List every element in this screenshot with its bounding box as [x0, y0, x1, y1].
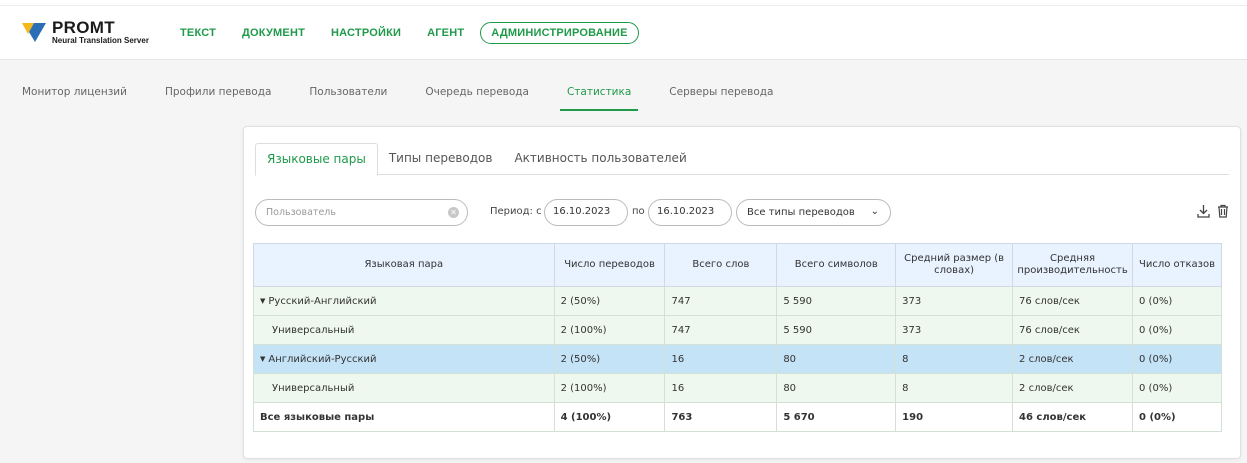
table-cell: 80: [776, 373, 897, 403]
table-cell: 0 (0%): [1132, 344, 1222, 374]
table-cell: 190: [895, 402, 1014, 432]
row-label: Русский-Английский: [268, 295, 377, 307]
table-cell: 2 (100%): [553, 315, 666, 345]
to-label: по: [632, 206, 645, 217]
table-cell: 763: [664, 402, 778, 432]
table-cell: 2 слов/сек: [1012, 344, 1134, 374]
table-cell: 76 слов/сек: [1012, 286, 1134, 316]
row-language-pair: ▼ Английский-Русский: [253, 344, 555, 374]
table-cell: 76 слов/сек: [1012, 315, 1134, 345]
logo-subtitle: Neural Translation Server: [52, 36, 149, 45]
promt-logo[interactable]: PROMT Neural Translation Server: [22, 19, 149, 45]
tab-language-pairs[interactable]: Языковые пары: [255, 143, 378, 176]
table-cell: 4 (100%): [553, 402, 666, 432]
row-label: Английский-Русский: [268, 353, 377, 365]
date-to-field[interactable]: 16.10.2023: [648, 199, 732, 226]
nav-document[interactable]: ДОКУМЕНТ: [242, 27, 305, 39]
table-row[interactable]: Универсальный 2 (100%) 16 80 8 2 слов/се…: [253, 373, 1222, 403]
statistics-table: Языковая пара Число переводов Всего слов…: [253, 243, 1222, 432]
total-label: Все языковые пары: [253, 402, 555, 432]
translation-type-select[interactable]: Все типы переводов ⌄: [736, 199, 891, 226]
table-cell: 373: [895, 286, 1014, 316]
promt-logo-icon: [22, 23, 46, 42]
subnav-translation-queue[interactable]: Очередь перевода: [425, 86, 529, 98]
table-cell: 0 (0%): [1132, 315, 1222, 345]
table-cell: 747: [664, 315, 778, 345]
main-nav: ТЕКСТ ДОКУМЕНТ НАСТРОЙКИ АГЕНТ АДМИНИСТР…: [180, 22, 665, 44]
row-translation-type: Универсальный: [253, 315, 555, 345]
table-cell: 2 (50%): [553, 286, 666, 316]
row-language-pair: ▼ Русский-Английский: [253, 286, 555, 316]
table-total-row: Все языковые пары 4 (100%) 763 5 670 190…: [253, 402, 1222, 432]
logo-name: PROMT: [52, 18, 115, 37]
filters-bar: ✕ Период: с 16.10.2023 по 16.10.2023 Все…: [255, 199, 1229, 227]
col-language-pair[interactable]: Языковая пара: [253, 243, 555, 287]
table-cell: 80: [776, 344, 897, 374]
subnav-users[interactable]: Пользователи: [309, 86, 387, 98]
nav-text[interactable]: ТЕКСТ: [180, 27, 216, 39]
tab-user-activity[interactable]: Активность пользователей: [503, 143, 697, 175]
table-cell: 2 (50%): [553, 344, 666, 374]
subnav-translation-profiles[interactable]: Профили перевода: [165, 86, 271, 98]
table-cell: 2 слов/сек: [1012, 373, 1134, 403]
trash-icon[interactable]: [1217, 204, 1229, 222]
table-cell: 8: [895, 373, 1014, 403]
download-icon[interactable]: [1197, 204, 1210, 222]
table-row-selected[interactable]: ▼ Английский-Русский 2 (50%) 16 80 8 2 сл…: [253, 344, 1222, 374]
chevron-down-icon: ⌄: [870, 206, 879, 217]
table-cell: 16: [664, 344, 778, 374]
table-cell: 8: [895, 344, 1014, 374]
sub-nav: Монитор лицензий Профили перевода Пользо…: [22, 86, 811, 111]
table-cell: 5 670: [776, 402, 897, 432]
table-cell: 0 (0%): [1132, 402, 1222, 432]
col-rejections[interactable]: Число отказов: [1132, 243, 1222, 287]
tab-translation-types[interactable]: Типы переводов: [378, 143, 504, 175]
caret-down-icon[interactable]: ▼: [260, 297, 265, 305]
subnav-license-monitor[interactable]: Монитор лицензий: [22, 86, 127, 98]
table-cell: 5 590: [776, 315, 897, 345]
table-cell: 0 (0%): [1132, 286, 1222, 316]
table-cell: 0 (0%): [1132, 373, 1222, 403]
col-avg-size[interactable]: Средний размер (в словах): [895, 243, 1014, 287]
table-cell: 747: [664, 286, 778, 316]
user-filter-input[interactable]: [255, 199, 468, 226]
table-cell: 46 слов/сек: [1012, 402, 1134, 432]
col-total-chars[interactable]: Всего символов: [776, 243, 897, 287]
col-total-words[interactable]: Всего слов: [664, 243, 778, 287]
nav-agent[interactable]: АГЕНТ: [427, 27, 464, 39]
nav-settings[interactable]: НАСТРОЙКИ: [331, 27, 401, 39]
col-translation-count[interactable]: Число переводов: [553, 243, 666, 287]
subnav-statistics[interactable]: Статистика: [559, 86, 639, 111]
clear-icon[interactable]: ✕: [448, 207, 459, 218]
statistics-tabs: Языковые пары Типы переводов Активность …: [255, 143, 1229, 176]
table-cell: 16: [664, 373, 778, 403]
table-row[interactable]: ▼ Русский-Английский 2 (50%) 747 5 590 37…: [253, 286, 1222, 316]
table-header-row: Языковая пара Число переводов Всего слов…: [253, 243, 1222, 287]
col-avg-performance[interactable]: Средняя производительность: [1012, 243, 1134, 287]
translation-type-value: Все типы переводов: [747, 207, 855, 218]
table-cell: 5 590: [776, 286, 897, 316]
date-from-field[interactable]: 16.10.2023: [544, 199, 628, 226]
statistics-panel: Языковые пары Типы переводов Активность …: [243, 126, 1241, 459]
subnav-translation-servers[interactable]: Серверы перевода: [669, 86, 773, 98]
top-bar: PROMT Neural Translation Server ТЕКСТ ДО…: [0, 0, 1247, 60]
caret-down-icon[interactable]: ▼: [260, 355, 265, 363]
nav-administration[interactable]: АДМИНИСТРИРОВАНИЕ: [480, 22, 639, 44]
row-translation-type: Универсальный: [253, 373, 555, 403]
top-border: [0, 0, 1247, 6]
table-cell: 373: [895, 315, 1014, 345]
period-label: Период: с: [490, 206, 542, 217]
table-row[interactable]: Универсальный 2 (100%) 747 5 590 373 76 …: [253, 315, 1222, 345]
table-cell: 2 (100%): [553, 373, 666, 403]
